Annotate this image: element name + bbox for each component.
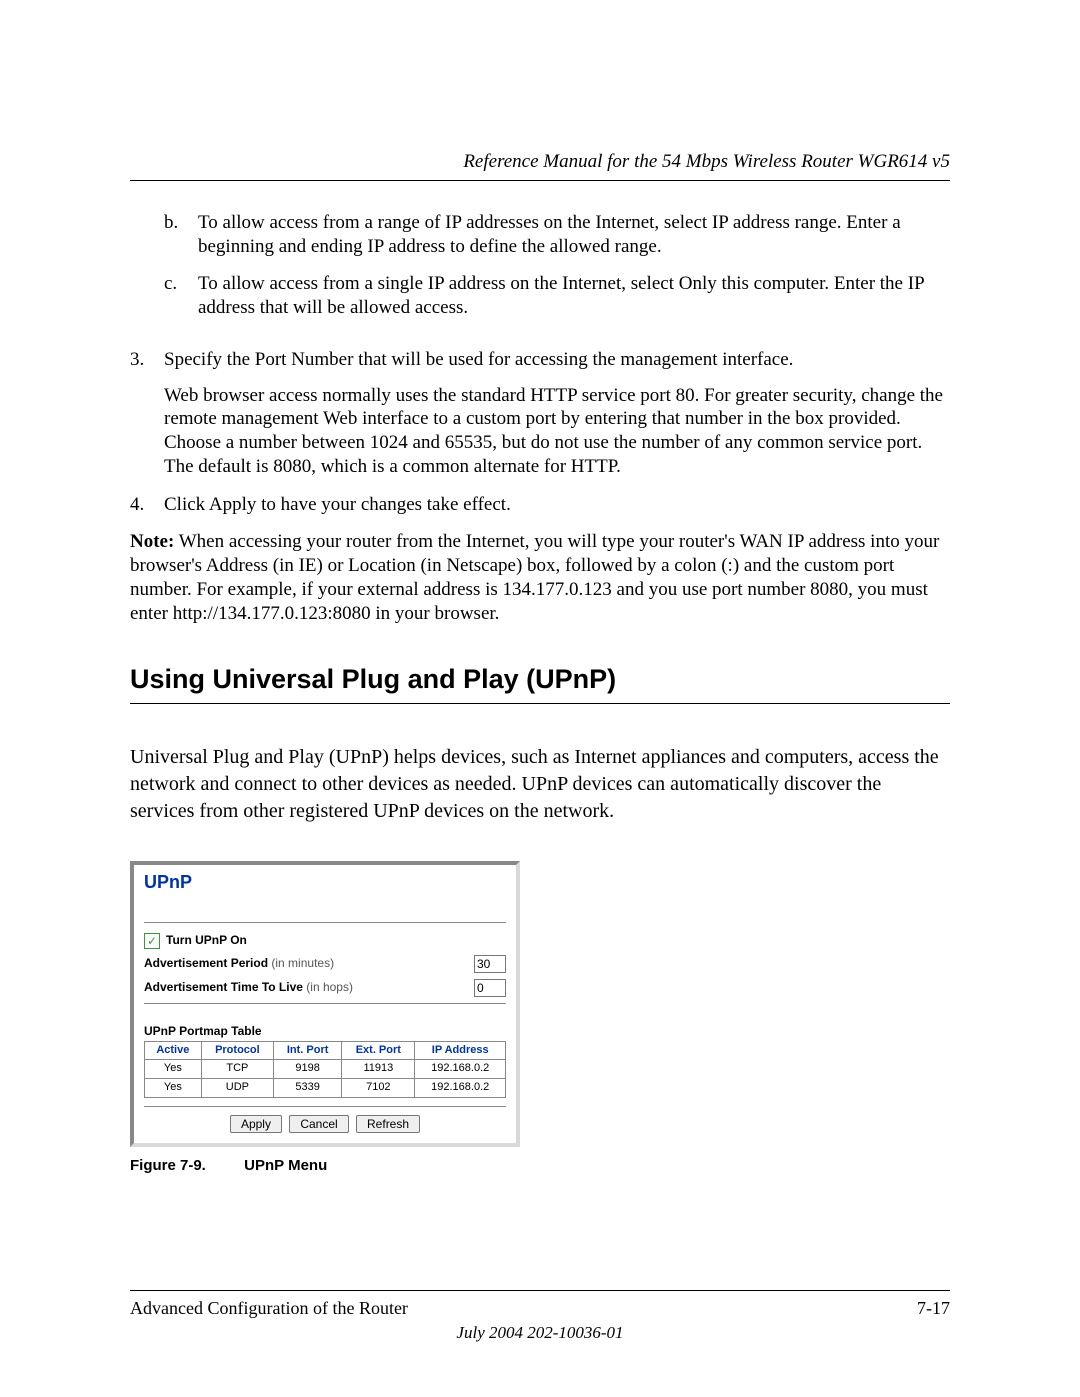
cell-int-port: 9198 [274, 1060, 342, 1079]
turn-upnp-on-label: Turn UPnP On [166, 933, 247, 948]
step-text: Click Apply to have your changes take ef… [164, 493, 950, 517]
cell-active: Yes [145, 1079, 202, 1098]
step-marker: 3. [130, 348, 164, 479]
table-header-row: Active Protocol Int. Port Ext. Port IP A… [145, 1041, 506, 1060]
footer-section: Advanced Configuration of the Router [130, 1297, 408, 1320]
adv-period-label: Advertisement Period [144, 956, 268, 970]
substep-text: To allow access from a range of IP addre… [198, 211, 950, 259]
cell-ext-port: 7102 [342, 1079, 415, 1098]
table-row: Yes TCP 9198 11913 192.168.0.2 [145, 1060, 506, 1079]
body-text: b. To allow access from a range of IP ad… [130, 211, 950, 626]
col-int-port: Int. Port [274, 1041, 342, 1060]
upnp-title: UPnP [144, 871, 506, 894]
section-intro: Universal Plug and Play (UPnP) helps dev… [130, 744, 950, 825]
step-3: 3. Specify the Port Number that will be … [130, 348, 950, 479]
adv-ttl-hint: (in hops) [306, 980, 353, 994]
apply-button[interactable]: Apply [230, 1115, 282, 1133]
cell-int-port: 5339 [274, 1079, 342, 1098]
table-row: Yes UDP 5339 7102 192.168.0.2 [145, 1079, 506, 1098]
adv-ttl-input[interactable] [474, 979, 506, 997]
adv-period-hint: (in minutes) [271, 956, 334, 970]
footer-page-number: 7-17 [917, 1297, 950, 1320]
figure-number: Figure 7-9. [130, 1157, 240, 1176]
adv-period-input[interactable] [474, 955, 506, 973]
section-heading-upnp: Using Universal Plug and Play (UPnP) [130, 663, 950, 704]
step-text: Specify the Port Number that will be use… [164, 348, 950, 372]
cell-ip: 192.168.0.2 [415, 1079, 506, 1098]
step-4: 4. Click Apply to have your changes take… [130, 493, 950, 517]
portmap-table-title: UPnP Portmap Table [144, 1024, 506, 1039]
col-active: Active [145, 1041, 202, 1060]
figure-caption: Figure 7-9. UPnP Menu [130, 1157, 950, 1176]
substep-b: b. To allow access from a range of IP ad… [164, 211, 950, 259]
upnp-panel: UPnP ✓ Turn UPnP On Advertisement Period… [130, 861, 520, 1147]
footer-date: July 2004 202-10036-01 [130, 1322, 950, 1343]
turn-upnp-on-checkbox[interactable]: ✓ [144, 933, 160, 949]
note-paragraph: Note: When accessing your router from th… [130, 530, 950, 625]
note-text: When accessing your router from the Inte… [130, 531, 939, 623]
adv-ttl-label: Advertisement Time To Live [144, 980, 303, 994]
refresh-button[interactable]: Refresh [356, 1115, 420, 1133]
cell-protocol: TCP [201, 1060, 273, 1079]
cell-ext-port: 11913 [342, 1060, 415, 1079]
cancel-button[interactable]: Cancel [289, 1115, 348, 1133]
cell-active: Yes [145, 1060, 202, 1079]
step-paragraph: Web browser access normally uses the sta… [164, 384, 950, 479]
col-ip: IP Address [415, 1041, 506, 1060]
substep-text: To allow access from a single IP address… [198, 272, 950, 320]
check-icon: ✓ [147, 935, 157, 947]
cell-protocol: UDP [201, 1079, 273, 1098]
page: Reference Manual for the 54 Mbps Wireles… [0, 0, 1080, 1397]
note-label: Note: [130, 531, 174, 552]
step-marker: 4. [130, 493, 164, 517]
figure-title: UPnP Menu [244, 1157, 327, 1174]
page-footer: Advanced Configuration of the Router 7-1… [130, 1290, 950, 1320]
col-protocol: Protocol [201, 1041, 273, 1060]
continued-step: b. To allow access from a range of IP ad… [130, 211, 950, 334]
substep-marker: b. [164, 211, 198, 259]
col-ext-port: Ext. Port [342, 1041, 415, 1060]
substep-c: c. To allow access from a single IP addr… [164, 272, 950, 320]
portmap-table: Active Protocol Int. Port Ext. Port IP A… [144, 1041, 506, 1098]
running-header: Reference Manual for the 54 Mbps Wireles… [130, 150, 950, 181]
cell-ip: 192.168.0.2 [415, 1060, 506, 1079]
substep-marker: c. [164, 272, 198, 320]
